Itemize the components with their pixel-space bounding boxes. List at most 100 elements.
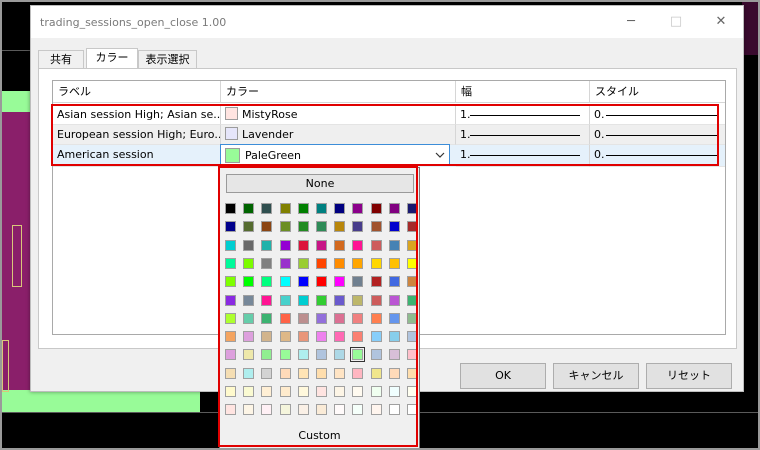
color-cell[interactable]	[225, 276, 236, 288]
color-cell[interactable]	[334, 203, 346, 214]
color-cell[interactable]	[388, 312, 400, 324]
color-cell[interactable]	[279, 367, 291, 379]
row-style-cell[interactable]: 0.	[590, 145, 725, 167]
color-cell[interactable]	[279, 349, 291, 361]
color-cell[interactable]	[370, 349, 382, 361]
color-cell[interactable]	[225, 257, 236, 269]
color-cell[interactable]	[352, 257, 364, 269]
row-width-cell[interactable]: 1.	[456, 105, 590, 125]
tab-colors[interactable]: カラー	[86, 48, 138, 70]
color-cell[interactable]	[225, 331, 236, 343]
color-cell[interactable]	[279, 257, 291, 269]
color-cell[interactable]	[388, 404, 400, 416]
color-cell[interactable]	[261, 331, 273, 343]
color-cell[interactable]	[243, 312, 255, 324]
color-cell[interactable]	[407, 367, 418, 379]
color-cell[interactable]	[350, 347, 366, 363]
color-cell[interactable]	[225, 404, 236, 416]
color-cell[interactable]	[352, 221, 364, 233]
color-cell[interactable]	[297, 257, 309, 269]
color-cell[interactable]	[261, 386, 273, 397]
color-cell[interactable]	[334, 367, 346, 379]
color-cell[interactable]	[261, 367, 273, 379]
color-cell[interactable]	[388, 367, 400, 379]
color-cell[interactable]	[225, 367, 236, 379]
color-cell[interactable]	[316, 386, 327, 397]
color-cell[interactable]	[388, 331, 400, 343]
color-cell[interactable]	[316, 312, 327, 324]
color-cell[interactable]	[370, 331, 382, 343]
color-cell[interactable]	[370, 386, 382, 397]
column-header-color[interactable]: カラー	[221, 81, 456, 103]
color-cell[interactable]	[370, 276, 382, 288]
color-cell[interactable]	[407, 404, 418, 416]
row-width-cell[interactable]: 1.	[456, 125, 590, 145]
color-cell[interactable]	[388, 239, 400, 251]
chevron-down-icon[interactable]	[435, 152, 445, 159]
color-cell[interactable]	[388, 221, 400, 233]
color-cell[interactable]	[243, 203, 255, 214]
color-cell[interactable]	[370, 312, 382, 324]
color-cell[interactable]	[334, 404, 346, 416]
color-cell[interactable]	[243, 239, 255, 251]
color-cell[interactable]	[261, 203, 273, 214]
color-cell[interactable]	[388, 276, 400, 288]
color-cell[interactable]	[225, 294, 236, 306]
column-header-width[interactable]: 幅	[456, 81, 590, 103]
row-style-cell[interactable]: 0.	[590, 105, 725, 125]
color-cell[interactable]	[370, 257, 382, 269]
custom-color-button[interactable]: Custom	[220, 426, 419, 446]
color-cell[interactable]	[316, 367, 327, 379]
color-cell[interactable]	[334, 294, 346, 306]
color-cell[interactable]	[243, 331, 255, 343]
color-cell[interactable]	[370, 404, 382, 416]
color-cell[interactable]	[352, 367, 364, 379]
color-cell[interactable]	[388, 349, 400, 361]
color-cell[interactable]	[407, 239, 418, 251]
color-cell[interactable]	[243, 386, 255, 397]
color-cell[interactable]	[243, 404, 255, 416]
color-cell[interactable]	[261, 276, 273, 288]
color-cell[interactable]	[279, 386, 291, 397]
color-cell[interactable]	[297, 276, 309, 288]
color-cell[interactable]	[316, 257, 327, 269]
color-cell[interactable]	[407, 221, 418, 233]
color-cell[interactable]	[279, 331, 291, 343]
color-cell[interactable]	[261, 257, 273, 269]
color-cell[interactable]	[261, 239, 273, 251]
color-cell[interactable]	[388, 203, 400, 214]
none-color-button[interactable]: None	[226, 174, 414, 193]
color-cell[interactable]	[334, 349, 346, 361]
color-cell[interactable]	[407, 257, 418, 269]
color-cell[interactable]	[279, 221, 291, 233]
color-cell[interactable]	[279, 239, 291, 251]
color-cell[interactable]	[297, 386, 309, 397]
color-cell[interactable]	[279, 312, 291, 324]
row-style-cell[interactable]: 0.	[590, 125, 725, 145]
color-cell[interactable]	[334, 312, 346, 324]
color-cell[interactable]	[334, 257, 346, 269]
color-cell[interactable]	[225, 221, 236, 233]
minimize-button[interactable]: ─	[616, 12, 646, 32]
color-cell[interactable]	[316, 331, 327, 343]
color-cell[interactable]	[407, 203, 418, 214]
column-header-label[interactable]: ラベル	[53, 81, 221, 103]
color-cell[interactable]	[243, 276, 255, 288]
column-header-style[interactable]: スタイル	[590, 81, 725, 103]
color-cell[interactable]	[352, 203, 364, 214]
color-cell[interactable]	[261, 404, 273, 416]
maximize-button[interactable]: □	[661, 12, 691, 32]
tab-common[interactable]: 共有	[38, 50, 84, 69]
row-color-cell[interactable]: MistyRose	[221, 105, 456, 125]
color-cell[interactable]	[316, 239, 327, 251]
color-cell[interactable]	[243, 221, 255, 233]
color-cell[interactable]	[316, 294, 327, 306]
color-cell[interactable]	[388, 386, 400, 397]
row-width-cell[interactable]: 1.	[456, 145, 590, 167]
reset-button[interactable]: リセット	[646, 363, 732, 389]
color-cell[interactable]	[279, 294, 291, 306]
color-cell[interactable]	[407, 294, 418, 306]
color-cell[interactable]	[316, 349, 327, 361]
color-cell[interactable]	[370, 294, 382, 306]
color-cell[interactable]	[297, 294, 309, 306]
